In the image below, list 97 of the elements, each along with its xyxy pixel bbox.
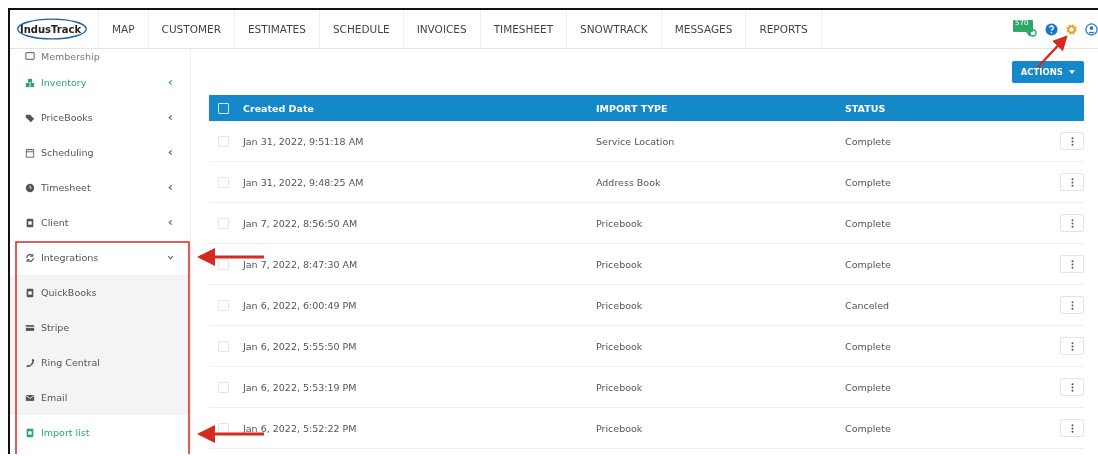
more-vertical-icon bbox=[1070, 300, 1074, 310]
column-header[interactable]: IMPORT TYPE bbox=[596, 102, 845, 114]
nav-tab[interactable]: TIMESHEET bbox=[480, 10, 568, 48]
chevron-down-icon bbox=[167, 254, 174, 261]
caret-icon bbox=[1069, 70, 1075, 74]
table-cell-text: Complete bbox=[845, 381, 892, 393]
tag-icon bbox=[25, 112, 35, 123]
badge-icon bbox=[25, 287, 35, 298]
sidebar-item[interactable]: Membership bbox=[10, 47, 190, 65]
row-checkbox[interactable] bbox=[218, 381, 229, 393]
row-checkbox[interactable] bbox=[218, 422, 229, 434]
more-vertical-icon bbox=[1070, 136, 1074, 146]
calendar-icon bbox=[25, 147, 35, 158]
more-vertical-icon bbox=[1070, 259, 1074, 269]
table-cell-text: Jan 31, 2022, 9:51:18 AM bbox=[243, 135, 365, 147]
user-icon[interactable] bbox=[1085, 22, 1098, 36]
row-checkbox[interactable] bbox=[218, 340, 229, 352]
column-header[interactable]: Created Date bbox=[243, 102, 596, 114]
row-menu-button[interactable] bbox=[1060, 337, 1084, 355]
sidebar-item[interactable]: PriceBooks bbox=[10, 100, 190, 135]
settings-icon[interactable] bbox=[1065, 22, 1078, 36]
credit-card-icon bbox=[25, 322, 35, 333]
table-cell-text: Pricebook bbox=[596, 381, 644, 393]
table-cell-text: Jan 31, 2022, 9:48:25 AM bbox=[243, 176, 365, 188]
chevron-left-icon bbox=[167, 79, 174, 86]
row-menu-button[interactable] bbox=[1060, 132, 1084, 150]
nav-tab[interactable]: CUSTOMER bbox=[148, 10, 235, 48]
column-header[interactable]: STATUS bbox=[845, 102, 1084, 114]
sidebar-subitem[interactable]: QuickBooks bbox=[10, 275, 190, 310]
table-cell-text: Jan 6, 2022, 5:52:22 PM bbox=[243, 422, 358, 434]
table-cell-text: Pricebook bbox=[596, 299, 644, 311]
table-cell-text: Service Location bbox=[596, 135, 676, 147]
table-cell-text: Jan 6, 2022, 5:55:50 PM bbox=[243, 340, 358, 352]
table-cell-text: Complete bbox=[845, 135, 892, 147]
id-card-icon bbox=[25, 51, 35, 61]
chevron-left-icon bbox=[167, 114, 174, 121]
more-vertical-icon bbox=[1070, 382, 1074, 392]
more-vertical-icon bbox=[1070, 218, 1074, 228]
row-menu-button[interactable] bbox=[1060, 378, 1084, 396]
chat-bubble-icon bbox=[1013, 20, 1037, 38]
row-menu-button[interactable] bbox=[1060, 296, 1084, 314]
row-checkbox[interactable] bbox=[218, 217, 229, 229]
row-checkbox[interactable] bbox=[218, 258, 229, 270]
sync-icon bbox=[25, 252, 35, 263]
chevron-left-icon bbox=[167, 219, 174, 226]
table-cell-text: Pricebook bbox=[596, 217, 644, 229]
sidebar-subitem[interactable]: Stripe bbox=[10, 310, 190, 345]
industrack-logo[interactable]: IndusTrack bbox=[10, 10, 99, 48]
nav-tab[interactable]: MESSAGES bbox=[661, 10, 747, 48]
nav-tab[interactable]: REPORTS bbox=[746, 10, 822, 48]
nav-tab[interactable]: MAP bbox=[99, 10, 149, 48]
sidebar-item[interactable]: Scheduling bbox=[10, 135, 190, 170]
table-cell-text: Complete bbox=[845, 176, 892, 188]
table-cell-text: Jan 7, 2022, 8:56:50 AM bbox=[243, 217, 359, 229]
chevron-left-icon bbox=[167, 149, 174, 156]
clock-icon bbox=[25, 182, 35, 193]
boxes-icon bbox=[25, 77, 35, 88]
row-menu-button[interactable] bbox=[1060, 419, 1084, 437]
table-cell-text: Pricebook bbox=[596, 258, 644, 270]
table-cell-text: Complete bbox=[845, 340, 892, 352]
sidebar-subitem[interactable]: Email bbox=[10, 380, 190, 415]
sidebar-subitem[interactable]: Ring Central bbox=[10, 345, 190, 380]
nav-tab[interactable]: SNOWTRACK bbox=[567, 10, 662, 48]
badge-icon bbox=[25, 217, 35, 228]
row-checkbox[interactable] bbox=[218, 299, 229, 311]
nav-tab[interactable]: INVOICES bbox=[403, 10, 481, 48]
more-vertical-icon bbox=[1070, 423, 1074, 433]
more-vertical-icon bbox=[1070, 177, 1074, 187]
table-cell-text: Complete bbox=[845, 217, 892, 229]
table-cell-text: Canceled bbox=[845, 299, 891, 311]
row-menu-button[interactable] bbox=[1060, 173, 1084, 191]
nav-tab[interactable]: ESTIMATES bbox=[234, 10, 320, 48]
envelope-icon bbox=[25, 392, 35, 403]
phone-icon bbox=[25, 357, 35, 368]
actions-button[interactable]: ACTIONS bbox=[1011, 61, 1084, 83]
sidebar-item[interactable]: Client bbox=[10, 205, 190, 240]
table-cell-text: Address Book bbox=[596, 176, 662, 188]
nav-tab[interactable]: SCHEDULE bbox=[319, 10, 404, 48]
table-cell-text: Complete bbox=[845, 422, 892, 434]
help-icon[interactable] bbox=[1045, 22, 1058, 36]
table-cell-text: Jan 7, 2022, 8:47:30 AM bbox=[243, 258, 359, 270]
row-checkbox[interactable] bbox=[218, 135, 229, 147]
chevron-left-icon bbox=[167, 184, 174, 191]
table-cell-text: Complete bbox=[845, 258, 892, 270]
badge-icon bbox=[25, 427, 35, 438]
row-menu-button[interactable] bbox=[1060, 214, 1084, 232]
table-cell-text: Pricebook bbox=[596, 422, 644, 434]
table-cell-text: Jan 6, 2022, 6:00:49 PM bbox=[243, 299, 358, 311]
more-vertical-icon bbox=[1070, 341, 1074, 351]
row-menu-button[interactable] bbox=[1060, 255, 1084, 273]
sidebar-item[interactable]: Timesheet bbox=[10, 170, 190, 205]
table-cell-text: Pricebook bbox=[596, 340, 644, 352]
annotation-arrow bbox=[1037, 35, 1068, 68]
row-checkbox[interactable] bbox=[218, 176, 229, 188]
select-all-checkbox[interactable] bbox=[218, 102, 229, 114]
sidebar-item[interactable]: Integrations bbox=[10, 240, 190, 275]
table-cell-text: Jan 6, 2022, 5:53:19 PM bbox=[243, 381, 358, 393]
